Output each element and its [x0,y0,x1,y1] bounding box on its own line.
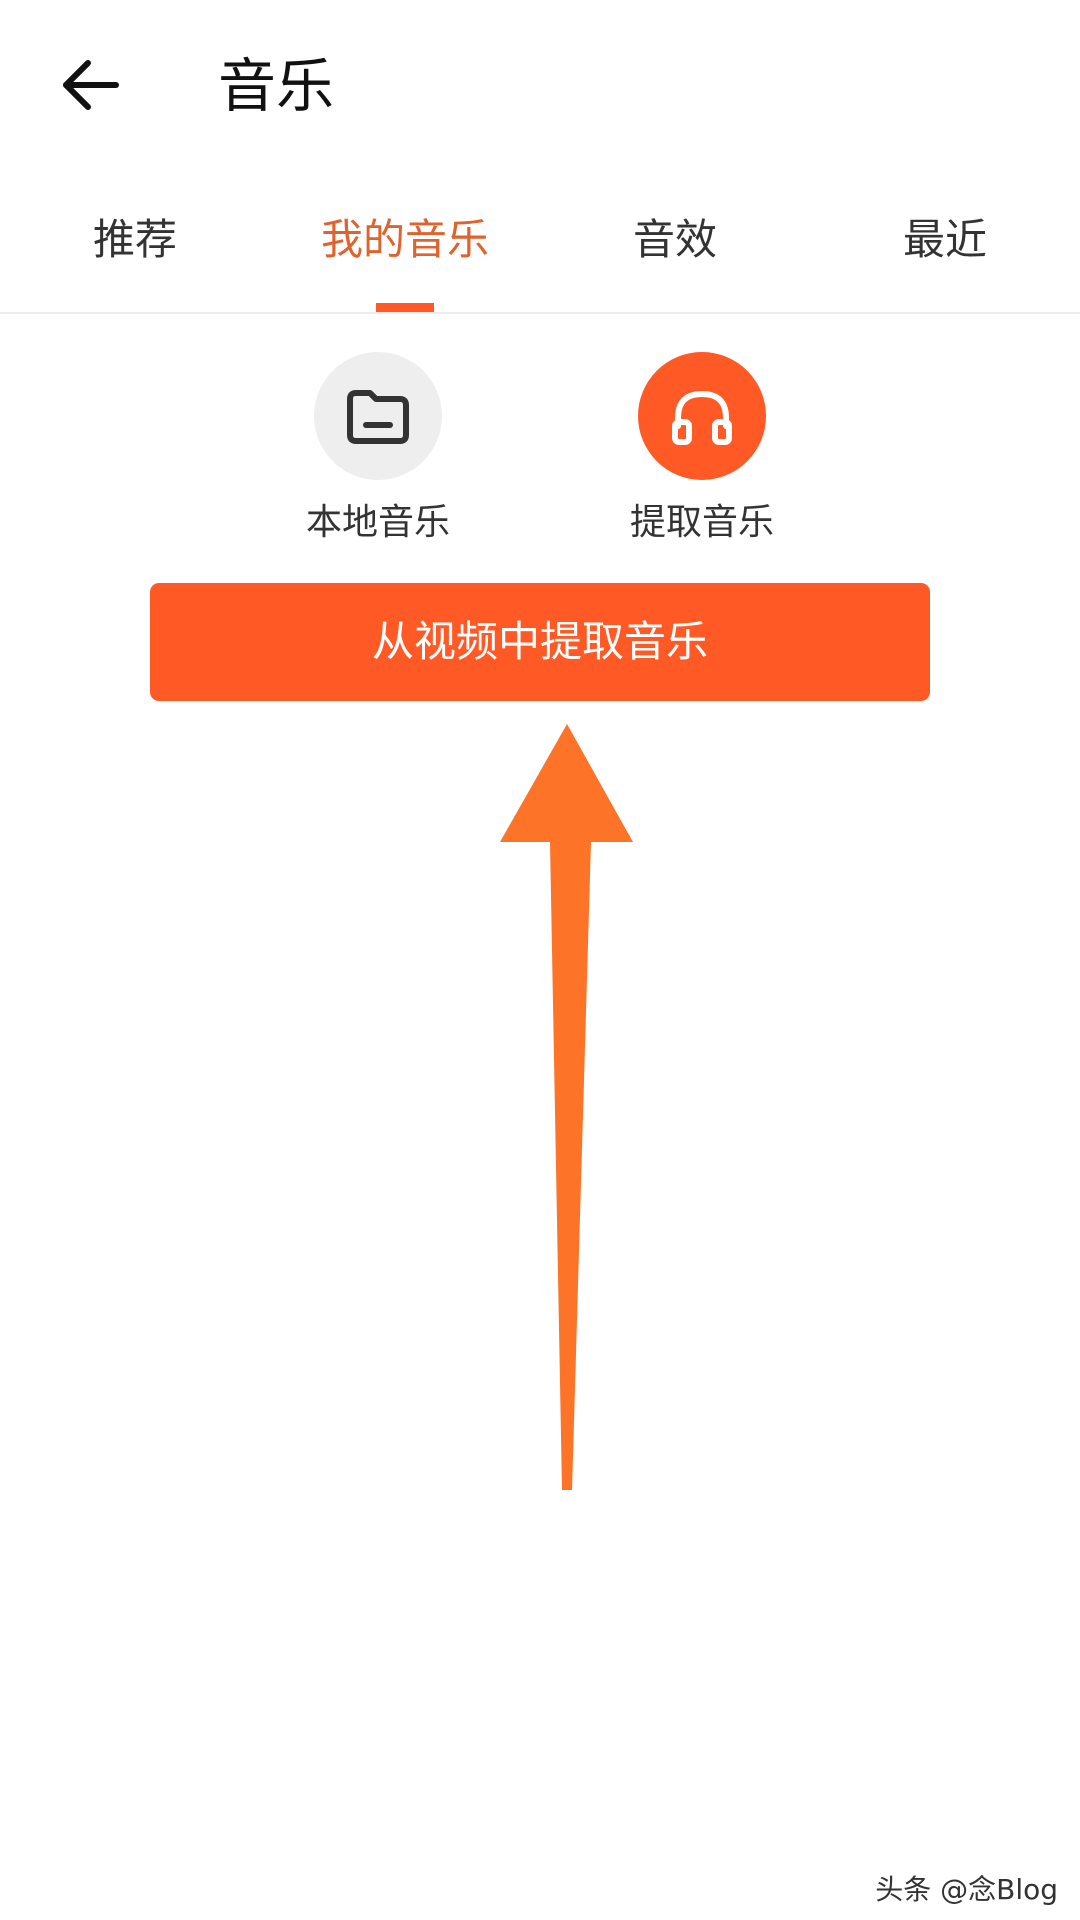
local-music-label: 本地音乐 [305,502,450,543]
back-button[interactable] [50,45,130,125]
tab-recent[interactable]: 最近 [810,200,1080,312]
annotation-arrow-icon [500,724,633,1490]
tab-recommend[interactable]: 推荐 [0,200,270,312]
back-arrow-icon [63,60,119,110]
folder-icon [347,390,409,444]
headphones-icon [672,390,732,445]
active-tab-indicator [376,303,434,312]
watermark-text: 头条 @念Blog [875,1873,1058,1906]
tab-sound-effects[interactable]: 音效 [540,200,810,312]
extract-from-video-button[interactable]: 从视频中提取音乐 [150,583,930,701]
top-app-bar: 音乐 [0,0,1080,170]
tab-my-music[interactable]: 我的音乐 [270,200,540,312]
page-title: 音乐 [218,52,335,120]
extract-music-icon-circle [638,352,766,480]
tab-bar: 推荐 我的音乐 音效 最近 [0,200,1080,314]
extract-music-label: 提取音乐 [629,502,774,543]
extract-music-option[interactable]: 提取音乐 [602,352,802,546]
local-music-icon-circle [314,352,442,480]
local-music-option[interactable]: 本地音乐 [278,352,478,546]
